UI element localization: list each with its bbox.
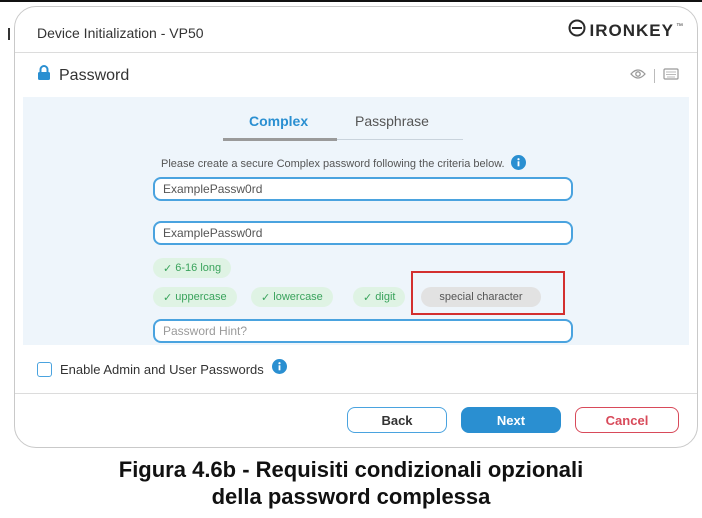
tab-complex[interactable]: Complex [249, 113, 308, 129]
cancel-button[interactable]: Cancel [575, 407, 679, 433]
check-icon: ✓ [261, 291, 271, 304]
caption-line-2: della password complessa [211, 484, 491, 509]
logo-trademark: ™ [676, 23, 683, 30]
section-header: Password [37, 65, 129, 86]
criteria-label: 6-16 long [175, 262, 222, 274]
figure-caption: Figura 4.6b - Requisiti condizionali opz… [0, 456, 702, 510]
check-icon: ✓ [363, 291, 373, 304]
active-tab-indicator [223, 138, 337, 141]
header-tools [630, 67, 679, 85]
check-icon: ✓ [163, 291, 173, 304]
admin-passwords-label: Enable Admin and User Passwords [60, 361, 264, 377]
back-button[interactable]: Back [347, 407, 447, 433]
keyboard-icon[interactable] [663, 67, 679, 85]
top-rule [0, 0, 702, 2]
window-title: Device Initialization - VP50 [37, 25, 204, 41]
criteria-lowercase: ✓ lowercase [251, 287, 333, 307]
footer-divider [15, 393, 697, 394]
ironkey-logo: IRONKEY ™ [568, 19, 683, 42]
title-bar: Device Initialization - VP50 IRONKEY ™ [15, 7, 697, 53]
check-icon: ✓ [163, 262, 173, 275]
confirm-password-input[interactable] [153, 221, 573, 245]
tool-divider [654, 69, 655, 83]
next-button[interactable]: Next [461, 407, 561, 433]
instruction-row: Please create a secure Complex password … [161, 155, 526, 173]
admin-option-row: Enable Admin and User Passwords [37, 359, 287, 379]
instruction-text: Please create a secure Complex password … [161, 158, 505, 170]
admin-passwords-checkbox[interactable] [37, 361, 52, 377]
highlight-box [411, 271, 565, 315]
logo-mark-icon [568, 19, 586, 42]
criteria-label: uppercase [175, 291, 227, 303]
logo-text: IRONKEY [589, 20, 674, 40]
criteria-label: digit [375, 291, 396, 303]
criteria-digit: ✓ digit [353, 287, 406, 307]
criteria-label: lowercase [273, 291, 323, 303]
criteria-length: ✓ 6-16 long [153, 258, 232, 278]
margin-mark [8, 28, 10, 40]
password-input[interactable] [153, 177, 573, 201]
tab-passphrase[interactable]: Passphrase [355, 113, 429, 129]
info-icon[interactable] [510, 155, 526, 173]
caption-line-1: Figura 4.6b - Requisiti condizionali opz… [118, 457, 584, 482]
dialog-window: Device Initialization - VP50 IRONKEY ™ P… [14, 6, 698, 448]
lock-icon [37, 65, 51, 86]
section-title: Password [59, 66, 130, 84]
info-icon[interactable] [271, 359, 287, 379]
password-hint-input[interactable] [153, 319, 573, 343]
password-panel: Complex Passphrase Please create a secur… [23, 97, 689, 345]
password-type-tabs: Complex Passphrase [223, 109, 463, 143]
eye-icon[interactable] [630, 67, 646, 85]
criteria-uppercase: ✓ uppercase [153, 287, 237, 307]
